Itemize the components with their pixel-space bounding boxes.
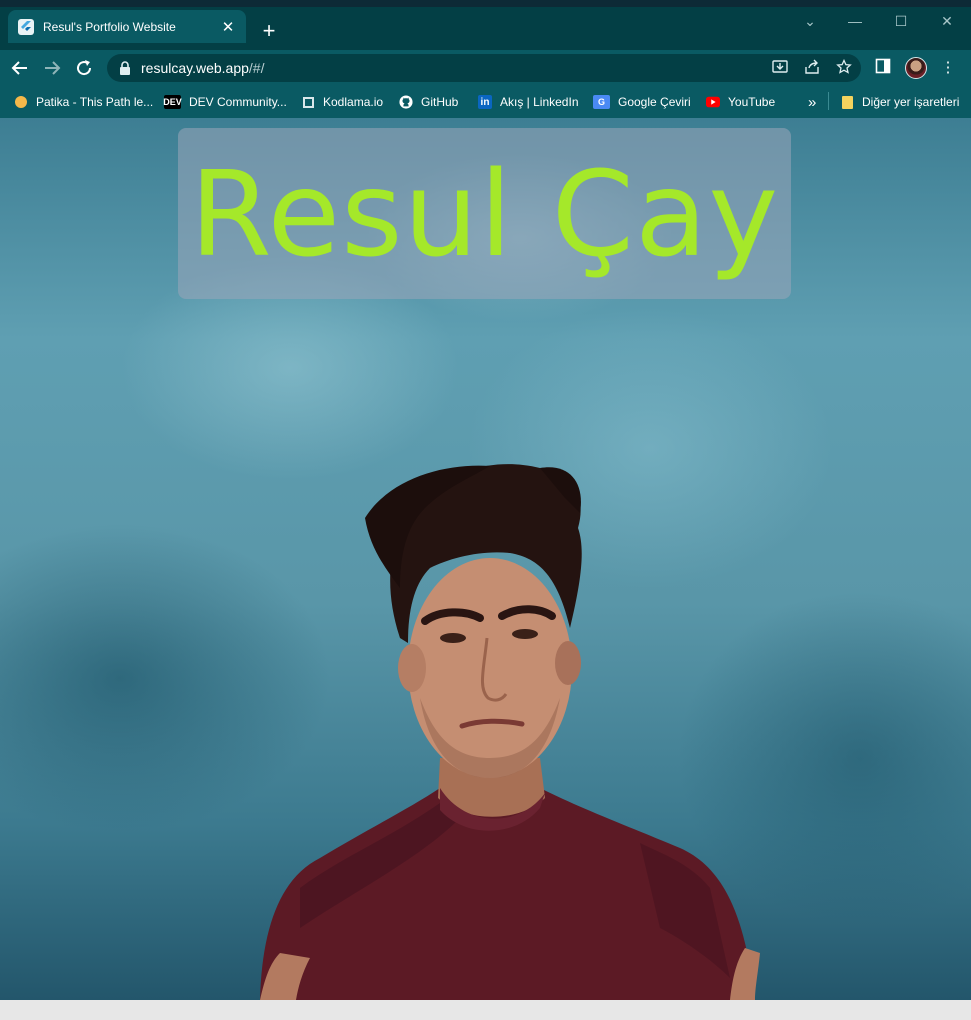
bookmark-label: DEV Community... [189, 95, 287, 109]
page-title: Resul Çay [189, 144, 780, 283]
bookmark-label: Patika - This Path le... [36, 95, 154, 109]
menu-kebab-icon[interactable]: ⋮ [938, 58, 958, 78]
portrait-photo [260, 464, 760, 1000]
bookmark-linkedin[interactable]: in Akış | LinkedIn [478, 92, 579, 112]
github-icon [399, 95, 413, 109]
address-bar[interactable]: resulcay.web.app/#/ [107, 54, 861, 82]
share-icon[interactable] [803, 59, 821, 77]
bookmark-kodlama[interactable]: Kodlama.io [301, 92, 383, 112]
bookmarks-divider [828, 92, 829, 110]
bookmark-dev-community[interactable]: DEV DEV Community... [163, 92, 287, 112]
url-path: /#/ [248, 60, 265, 76]
folder-icon [840, 95, 854, 109]
bookmark-label: Kodlama.io [323, 95, 384, 109]
bookmark-label: Google Çeviri [618, 95, 691, 109]
bookmark-label: YouTube [728, 95, 776, 109]
forward-arrow-icon[interactable] [38, 54, 66, 82]
reload-icon[interactable] [70, 54, 98, 82]
bookmark-github[interactable]: GitHub [399, 92, 458, 112]
url-text: resulcay.web.app/#/ [141, 60, 265, 76]
side-panel-icon[interactable] [873, 58, 893, 78]
tab-portfolio[interactable]: Resul's Portfolio Website ✕ [8, 10, 246, 43]
name-card: Resul Çay [178, 128, 791, 299]
close-window-button[interactable]: ✕ [932, 11, 962, 31]
url-host: resulcay.web.app [141, 60, 249, 76]
window-bottom-edge [0, 1000, 971, 1020]
install-app-icon[interactable] [771, 59, 789, 77]
bookmarks-bar: Patika - This Path le... DEV DEV Communi… [0, 86, 971, 119]
minimize-button[interactable]: — [840, 11, 870, 31]
dev-icon: DEV [163, 95, 182, 109]
bookmark-label: Akış | LinkedIn [500, 95, 579, 109]
other-bookmarks-folder[interactable]: Diğer yer işaretleri [840, 92, 959, 112]
back-arrow-icon[interactable] [6, 54, 34, 82]
profile-avatar[interactable] [905, 57, 927, 79]
other-bookmarks-label: Diğer yer işaretleri [862, 95, 960, 109]
tab-search-chevron-icon[interactable]: ⌄ [795, 11, 825, 31]
lock-icon [119, 61, 131, 75]
linkedin-icon: in [478, 95, 492, 109]
bookmark-label: GitHub [421, 95, 459, 109]
youtube-icon [706, 95, 720, 109]
maximize-button[interactable]: ☐ [886, 11, 916, 31]
bookmark-patika[interactable]: Patika - This Path le... [14, 92, 153, 112]
bookmark-youtube[interactable]: YouTube [706, 92, 775, 112]
close-tab-icon[interactable]: ✕ [220, 18, 236, 36]
bookmark-star-icon[interactable] [835, 58, 853, 77]
bookmarks-overflow-chevron-icon[interactable]: » [808, 92, 816, 112]
tab-title: Resul's Portfolio Website [43, 19, 176, 34]
google-translate-icon: G [593, 95, 610, 109]
patika-icon [14, 95, 28, 109]
new-tab-button[interactable]: + [258, 20, 280, 42]
portfolio-page: Resul Çay [0, 118, 971, 1000]
browser-toolbar: resulcay.web.app/#/ ⋮ [0, 50, 971, 86]
kodlama-icon [301, 95, 315, 109]
flutter-icon [18, 18, 34, 35]
bookmark-google-translate[interactable]: G Google Çeviri [593, 92, 691, 112]
